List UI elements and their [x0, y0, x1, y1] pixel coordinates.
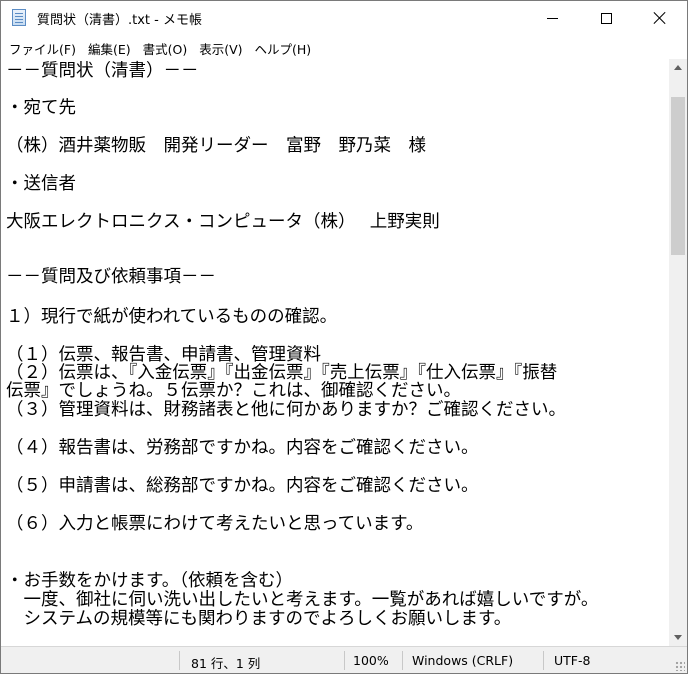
- menu-help[interactable]: ヘルプ(H): [251, 39, 316, 58]
- status-bar: 81 行、1 列 100% Windows (CRLF) UTF-8: [1, 646, 687, 673]
- encoding: UTF-8: [554, 653, 591, 668]
- text-line: －－質問状（清書）－－: [6, 61, 199, 81]
- text-line: （３）管理資料は、財務諸表と他に何かありますか？ご確認ください。: [6, 400, 566, 420]
- notepad-window: 質問状（清書）.txt - メモ帳 ファイル(F) 編集(E) 書式(O) 表示…: [0, 0, 688, 674]
- minimize-button[interactable]: [529, 1, 575, 35]
- maximize-icon: [600, 12, 612, 24]
- title-bar[interactable]: 質問状（清書）.txt - メモ帳: [1, 1, 687, 35]
- notepad-icon: [12, 9, 26, 26]
- zoom-level: 100%: [353, 653, 389, 668]
- text-line: （株）酒井薬物販 開発リーダー 富野 野乃菜 様: [6, 136, 426, 156]
- text-line: ・宛て先: [6, 98, 76, 118]
- close-button[interactable]: [637, 1, 683, 35]
- scroll-up-button[interactable]: [669, 59, 687, 76]
- text-line: （６）入力と帳票にわけて考えたいと思っています。: [6, 514, 424, 534]
- status-divider: [344, 651, 345, 670]
- status-divider: [402, 651, 403, 670]
- chevron-down-icon: [674, 635, 682, 640]
- vertical-scrollbar[interactable]: [669, 59, 687, 646]
- cursor-position: 81 行、1 列: [191, 656, 261, 671]
- text-editor[interactable]: －－質問状（清書）－－ ・宛て先 （株）酒井薬物販 開発リーダー 富野 野乃菜 …: [1, 59, 669, 646]
- menu-file[interactable]: ファイル(F): [5, 39, 80, 58]
- scroll-down-button[interactable]: [669, 629, 687, 646]
- line-ending: Windows (CRLF): [412, 653, 514, 668]
- status-divider: [179, 651, 180, 670]
- chevron-up-icon: [674, 65, 682, 70]
- text-line: －－質問及び依頼事項－－: [6, 267, 216, 287]
- resize-grip-icon[interactable]: [675, 661, 685, 671]
- menu-edit[interactable]: 編集(E): [84, 39, 135, 58]
- menu-format[interactable]: 書式(O): [139, 39, 192, 58]
- menu-view[interactable]: 表示(V): [195, 39, 246, 58]
- minimize-icon: [546, 17, 558, 19]
- text-line: ・送信者: [6, 174, 76, 194]
- text-line: （４）報告書は、労務部ですかね。内容をご確認ください。: [6, 438, 479, 458]
- text-line: 大阪エレクトロニクス・コンピュータ（株） 上野実則: [6, 212, 440, 232]
- text-line: （５）申請書は、総務部ですかね。内容をご確認ください。: [6, 476, 479, 496]
- scrollbar-thumb[interactable]: [671, 97, 685, 255]
- close-icon: [653, 11, 667, 25]
- status-divider: [543, 651, 544, 670]
- menu-bar: ファイル(F) 編集(E) 書式(O) 表示(V) ヘルプ(H): [1, 37, 687, 59]
- text-line: １）現行で紙が使われているものの確認。: [6, 307, 338, 327]
- window-title: 質問状（清書）.txt - メモ帳: [37, 13, 202, 28]
- text-line: システムの規模等にも関わりますのでよろしくお願いします。: [6, 609, 512, 629]
- maximize-button[interactable]: [583, 1, 629, 35]
